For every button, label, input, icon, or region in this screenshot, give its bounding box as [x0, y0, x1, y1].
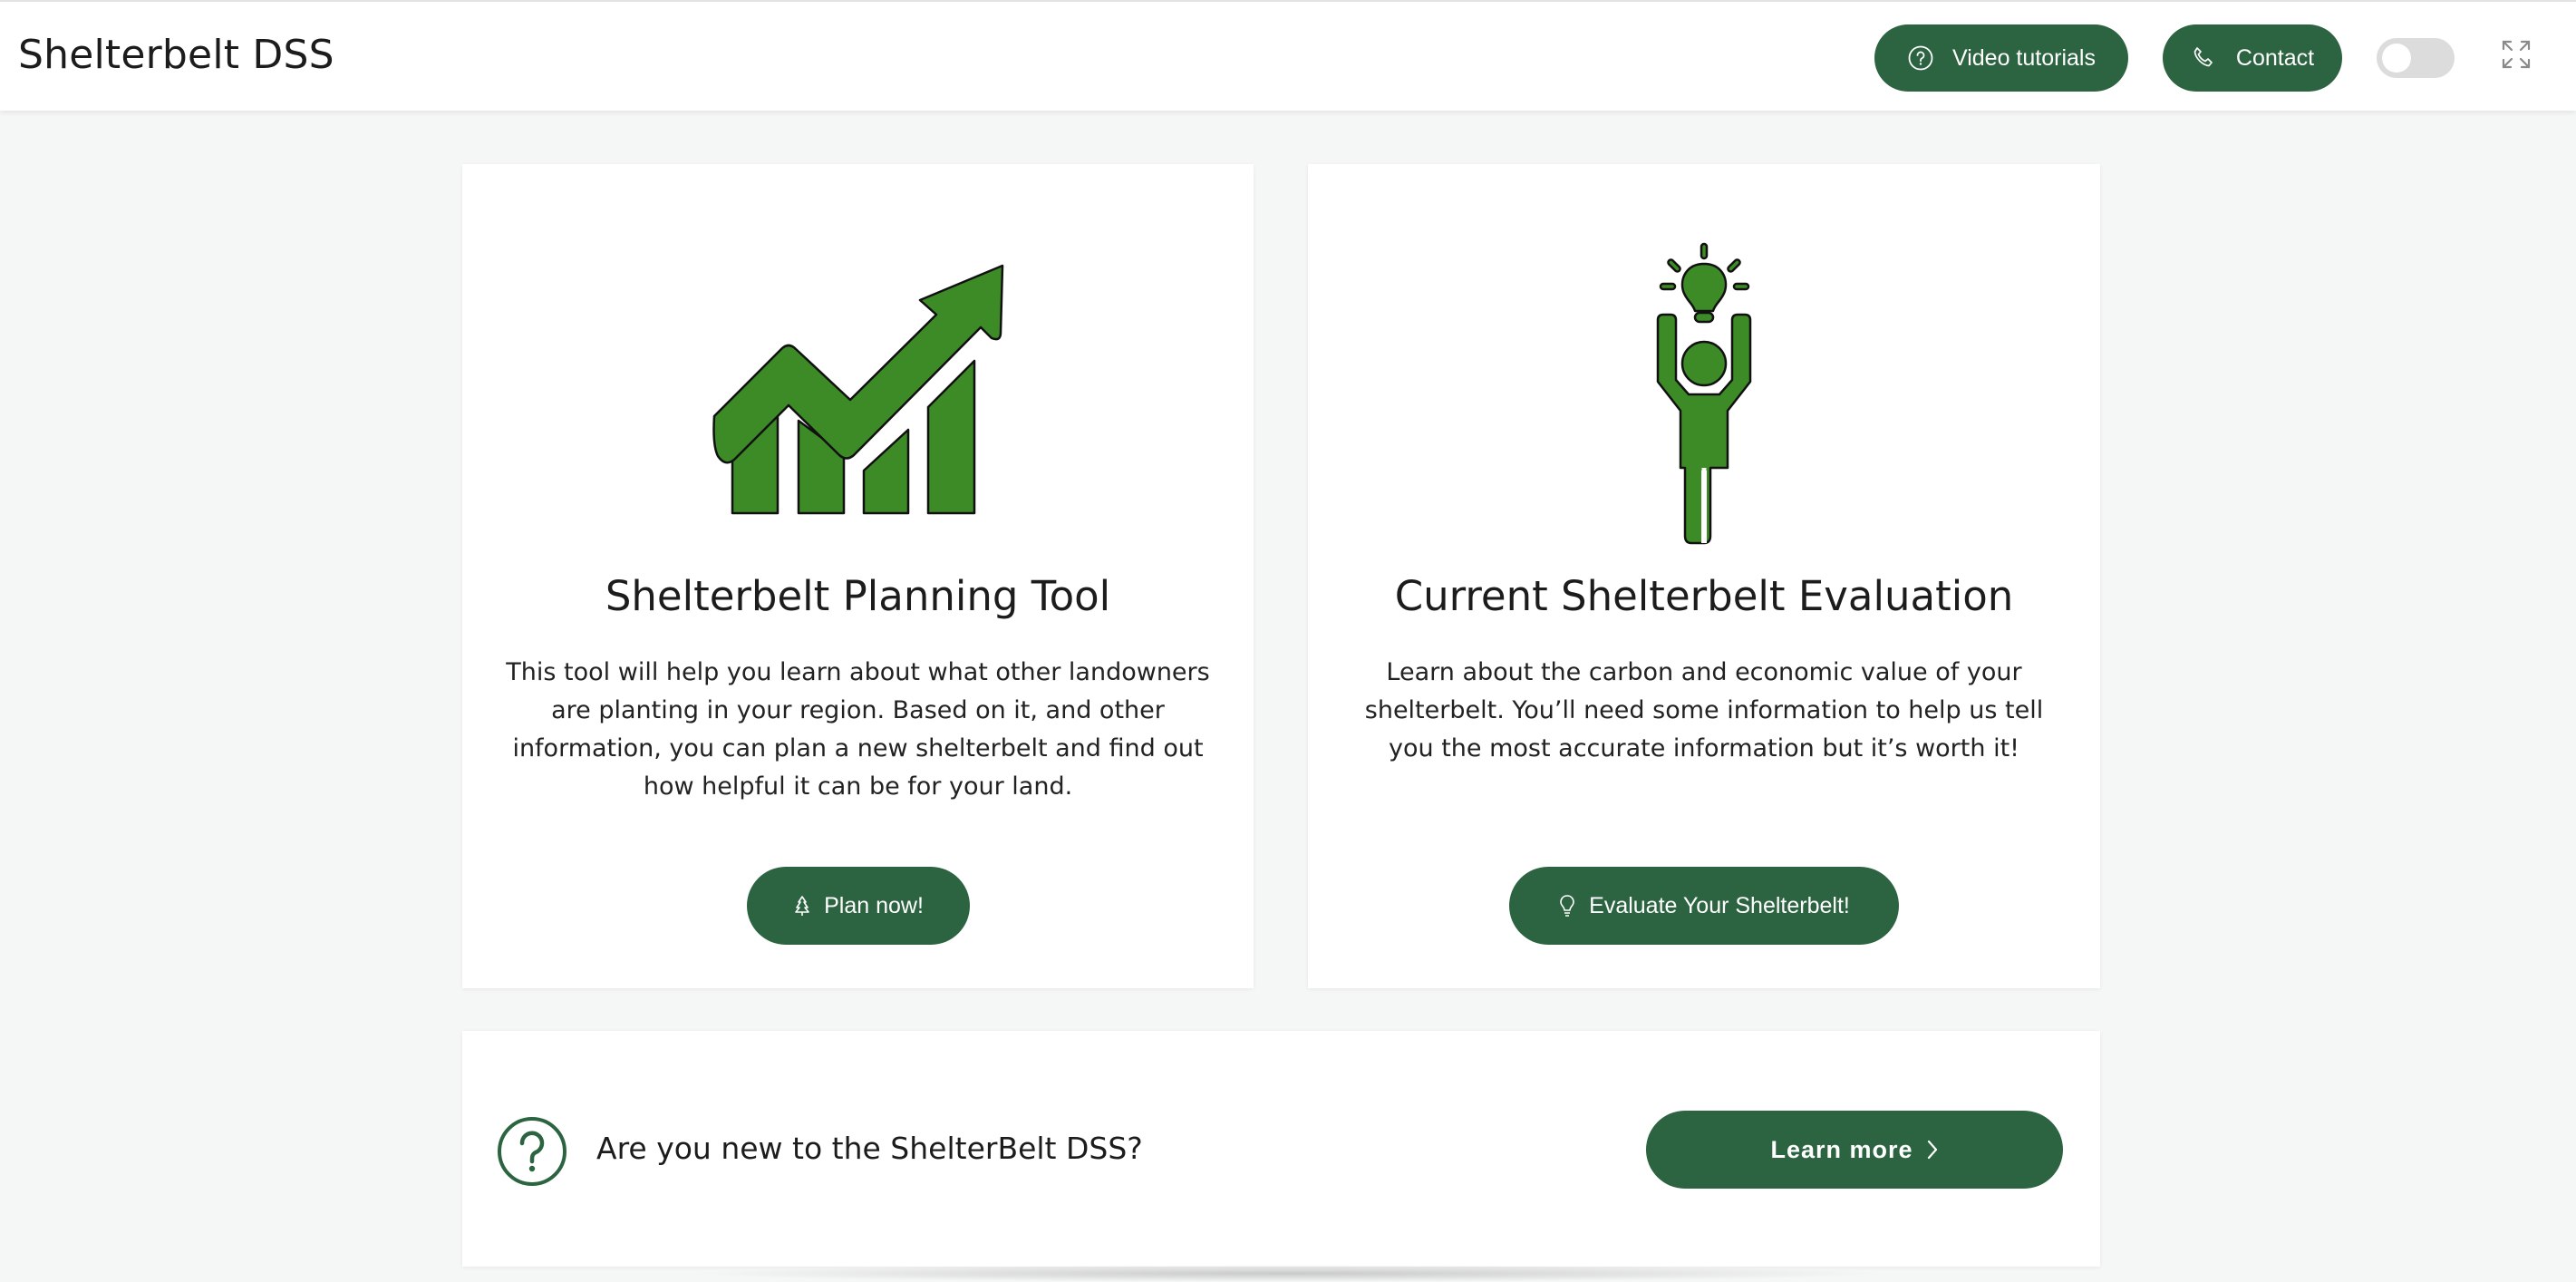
- person-idea-icon: [1308, 164, 2100, 554]
- evaluation-title: Current Shelterbelt Evaluation: [1394, 572, 2014, 620]
- plan-now-label: Plan now!: [824, 892, 924, 918]
- video-tutorials-label: Video tutorials: [1952, 44, 2096, 71]
- growth-chart-icon: [462, 164, 1254, 554]
- new-user-question: Are you new to the ShelterBelt DSS?: [596, 1131, 1143, 1166]
- phone-icon: [2191, 45, 2216, 71]
- theme-toggle[interactable]: [2377, 38, 2455, 78]
- planning-tool-description: This tool will help you learn about what…: [506, 658, 1210, 801]
- evaluation-card: Current Shelterbelt Evaluation Learn abo…: [1308, 164, 2100, 988]
- video-tutorials-button[interactable]: Video tutorials: [1874, 24, 2128, 92]
- evaluate-shelterbelt-button[interactable]: Evaluate Your Shelterbelt!: [1509, 867, 1899, 945]
- question-circle-icon: [1907, 44, 1934, 72]
- chevron-right-icon: [1926, 1139, 1939, 1161]
- contact-button[interactable]: Contact: [2163, 24, 2342, 92]
- evaluate-shelterbelt-label: Evaluate Your Shelterbelt!: [1589, 892, 1850, 918]
- lightbulb-icon: [1558, 894, 1576, 918]
- new-user-banner: Are you new to the ShelterBelt DSS? Lear…: [462, 1031, 2100, 1267]
- toggle-knob: [2382, 44, 2411, 73]
- planning-tool-card: Shelterbelt Planning Tool This tool will…: [462, 164, 1254, 988]
- contact-label: Contact: [2235, 44, 2315, 71]
- scroll-shadow: [689, 1265, 1885, 1282]
- fullscreen-icon[interactable]: [2500, 38, 2532, 71]
- evaluation-description: Learn about the carbon and economic valu…: [1364, 658, 2044, 762]
- learn-more-label: Learn more: [1770, 1135, 1913, 1163]
- question-circle-icon: [497, 1116, 567, 1187]
- learn-more-button[interactable]: Learn more: [1646, 1111, 2063, 1189]
- plan-now-button[interactable]: Plan now!: [747, 867, 970, 945]
- app-title: Shelterbelt DSS: [18, 32, 334, 78]
- planning-tool-title: Shelterbelt Planning Tool: [605, 572, 1111, 620]
- top-header: Shelterbelt DSS Video tutorials Contact: [0, 0, 2576, 111]
- tree-icon: [793, 895, 811, 917]
